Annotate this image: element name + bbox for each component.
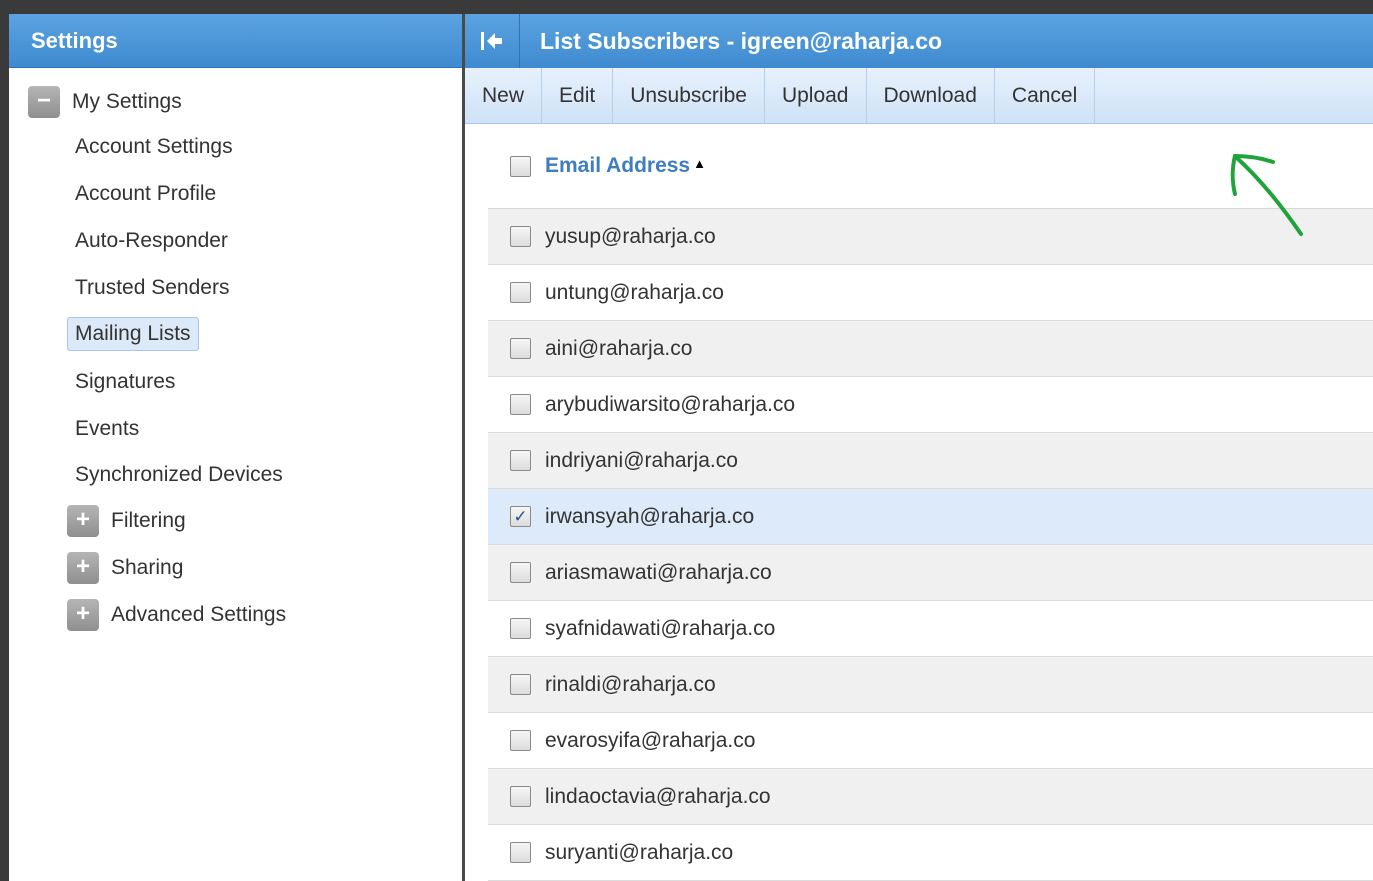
subscribers-panel: List Subscribers - igreen@raharja.co New…: [465, 14, 1373, 881]
row-checkbox[interactable]: [510, 282, 531, 303]
sidebar-item-account-profile[interactable]: Account Profile: [67, 177, 224, 211]
new-button[interactable]: New: [465, 68, 543, 123]
sidebar-item-auto-responder[interactable]: Auto-Responder: [67, 224, 236, 258]
tree-root-label: My Settings: [72, 90, 182, 113]
tree-group-label: Sharing: [111, 556, 184, 579]
row-email: irwansyah@raharja.co: [545, 504, 755, 528]
table-row[interactable]: lindaoctavia@raharja.co: [488, 769, 1373, 825]
row-email: yusup@raharja.co: [545, 224, 716, 248]
table-row[interactable]: untung@raharja.co: [488, 265, 1373, 321]
sort-ascending-icon: ▲: [693, 155, 706, 171]
select-all-checkbox[interactable]: [510, 155, 531, 177]
download-button[interactable]: Download: [867, 68, 995, 123]
row-email: syafnidawati@raharja.co: [545, 616, 776, 640]
row-email: lindaoctavia@raharja.co: [545, 784, 771, 808]
row-email: indriyani@raharja.co: [545, 448, 738, 472]
expand-plus-icon[interactable]: +: [67, 505, 99, 537]
expand-plus-icon[interactable]: +: [67, 599, 99, 631]
row-email: ariasmawati@raharja.co: [545, 560, 772, 584]
table-row[interactable]: suryanti@raharja.co: [488, 825, 1373, 881]
tree-group-filtering[interactable]: + Filtering: [67, 505, 186, 537]
sidebar-item-trusted-senders[interactable]: Trusted Senders: [67, 271, 237, 305]
table-row[interactable]: indriyani@raharja.co: [488, 433, 1373, 489]
page-title: List Subscribers - igreen@raharja.co: [540, 27, 943, 54]
row-checkbox[interactable]: [510, 338, 531, 359]
toolbar: New Edit Unsubscribe Upload Download Can…: [465, 68, 1373, 124]
upload-button[interactable]: Upload: [765, 68, 867, 123]
table-row[interactable]: ✓ irwansyah@raharja.co: [488, 489, 1373, 545]
row-email: arybudiwarsito@raharja.co: [545, 392, 796, 416]
collapse-toggle-icon[interactable]: −: [28, 86, 60, 118]
row-checkbox[interactable]: [510, 618, 531, 639]
table-row[interactable]: aini@raharja.co: [488, 321, 1373, 377]
row-checkbox[interactable]: [510, 786, 531, 807]
annotation-arrow-icon: [1230, 154, 1303, 236]
table-row[interactable]: rinaldi@raharja.co: [488, 657, 1373, 713]
row-checkbox[interactable]: [510, 450, 531, 471]
tree-group-label: Advanced Settings: [111, 603, 287, 626]
settings-panel-title: Settings: [9, 14, 462, 68]
row-email: suryanti@raharja.co: [545, 840, 734, 864]
row-checkbox[interactable]: [510, 394, 531, 415]
row-checkbox[interactable]: [510, 562, 531, 583]
subscribers-header: List Subscribers - igreen@raharja.co: [465, 14, 1373, 68]
row-checkbox[interactable]: [510, 730, 531, 751]
table-row[interactable]: syafnidawati@raharja.co: [488, 601, 1373, 657]
row-checkbox[interactable]: ✓: [510, 506, 531, 527]
row-email: rinaldi@raharja.co: [545, 672, 716, 696]
sidebar-item-mailing-lists[interactable]: Mailing Lists: [67, 317, 199, 351]
tree-root-my-settings[interactable]: − My Settings: [28, 86, 182, 118]
collapse-left-icon[interactable]: [465, 14, 520, 68]
table-row[interactable]: ariasmawati@raharja.co: [488, 545, 1373, 601]
sidebar-item-synchronized-devices[interactable]: Synchronized Devices: [67, 458, 291, 492]
cancel-button[interactable]: Cancel: [995, 68, 1096, 123]
row-email: evarosyifa@raharja.co: [545, 728, 756, 752]
row-email: aini@raharja.co: [545, 336, 693, 360]
settings-panel: Settings − My Settings Account Settings …: [9, 14, 462, 881]
table-row[interactable]: arybudiwarsito@raharja.co: [488, 377, 1373, 433]
unsubscribe-button[interactable]: Unsubscribe: [613, 68, 765, 123]
column-header-email[interactable]: Email Address: [545, 154, 690, 178]
row-checkbox[interactable]: [510, 842, 531, 863]
table-row[interactable]: evarosyifa@raharja.co: [488, 713, 1373, 769]
expand-plus-icon[interactable]: +: [67, 552, 99, 584]
sidebar-item-signatures[interactable]: Signatures: [67, 365, 183, 399]
row-checkbox[interactable]: [510, 674, 531, 695]
edit-button[interactable]: Edit: [542, 68, 614, 123]
tree-group-label: Filtering: [111, 509, 186, 532]
tree-group-sharing[interactable]: + Sharing: [67, 552, 183, 584]
row-email: untung@raharja.co: [545, 280, 724, 304]
sidebar-item-events[interactable]: Events: [67, 412, 147, 446]
grid-body: yusup@raharja.co untung@raharja.co aini@ra…: [488, 209, 1373, 881]
row-checkbox[interactable]: [510, 226, 531, 247]
sidebar-item-account-settings[interactable]: Account Settings: [67, 130, 241, 164]
tree-group-advanced-settings[interactable]: + Advanced Settings: [67, 599, 286, 631]
